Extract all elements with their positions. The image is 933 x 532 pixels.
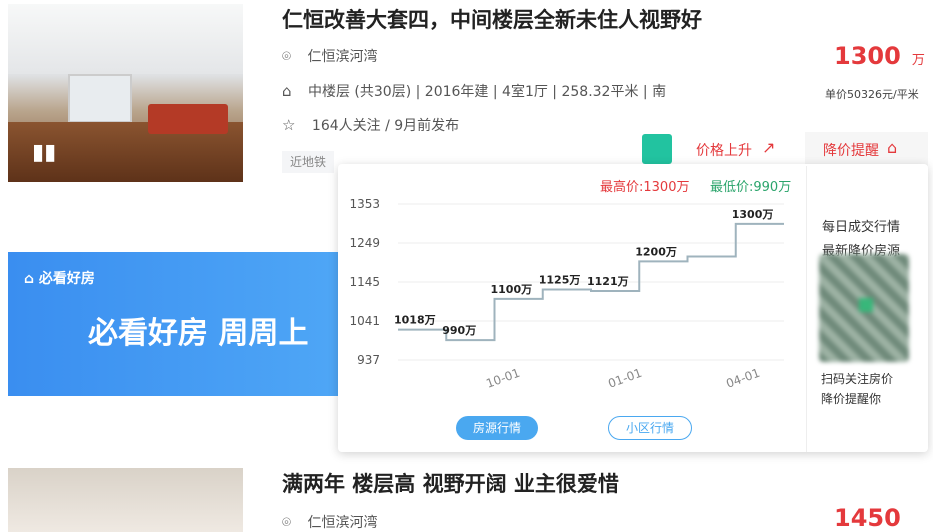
tag-item: 近地铁 (282, 151, 335, 173)
y-tick-label: 1041 (349, 314, 380, 328)
location-pin-icon: ⌾ (282, 513, 292, 531)
home-icon: ⌂ (887, 138, 898, 157)
banner-slogan: 必看好房 周周上 (88, 316, 309, 351)
promo-banner[interactable]: ⌂ 必看好房 必看好房 周周上 (8, 252, 348, 396)
unit-price: 单价50326元/平米 (825, 88, 919, 101)
x-tick-label: 04-01 (724, 366, 762, 391)
app-icon (642, 134, 672, 164)
community-trend-button[interactable]: 小区行情 (608, 416, 692, 440)
point-label: 1300万 (732, 208, 774, 221)
follow-info: 164人关注 / 9月前发布 (311, 118, 460, 134)
tag-list: 近地铁 (282, 151, 335, 173)
y-tick-label: 1353 (349, 197, 380, 211)
star-icon: ☆ (282, 116, 296, 134)
listing-title[interactable]: 满两年 楼层高 视野开阔 业主很爱惜 (282, 468, 619, 498)
house-info-row: ⌂ 中楼层 (共30层) | 2016年建 | 4室1厅 | 258.32平米 … (282, 81, 666, 101)
listing-trend-button[interactable]: 房源行情 (456, 416, 538, 440)
point-label: 1200万 (635, 245, 677, 258)
x-tick-label: 10-01 (484, 366, 522, 391)
tab-price-drop-alert[interactable]: 降价提醒 ⌂ (805, 132, 928, 166)
qr-panel: 每日成交行情 最新降价房源 扫码关注房价 降价提醒你 (806, 166, 927, 452)
qr-code (819, 254, 909, 362)
listing-title[interactable]: 仁恒改善大套四，中间楼层全新未住人视野好 (282, 4, 702, 34)
price-chart: 937 1041 1145 1249 1353 10-01 01-01 04-01 1018… (349, 197, 784, 391)
point-label: 1100万 (491, 283, 533, 296)
total-price: 1450 (834, 504, 901, 532)
point-label: 990万 (442, 324, 476, 337)
point-label: 1121万 (587, 275, 629, 288)
total-price: 1300 万 (834, 42, 925, 70)
banner-logo: ⌂ 必看好房 (24, 271, 95, 287)
y-tick-label: 1249 (349, 236, 380, 250)
house-icon: ⌂ (282, 82, 292, 100)
point-label: 1125万 (539, 274, 581, 287)
community-row: ⌾ 仁恒滨河湾 (282, 512, 377, 532)
listing-thumbnail[interactable]: ▮▮ (8, 4, 243, 182)
qr-caption-1: 扫码关注房价 (821, 372, 894, 386)
community-row: ⌾ 仁恒滨河湾 (282, 46, 377, 66)
follow-row: ☆ 164人关注 / 9月前发布 (282, 115, 459, 135)
location-pin-icon: ⌾ (282, 47, 292, 65)
qr-text-1: 每日成交行情 (822, 220, 901, 235)
x-tick-label: 01-01 (606, 366, 644, 391)
community-link[interactable]: 仁恒滨河湾 (307, 515, 377, 531)
y-tick-label: 1145 (349, 275, 380, 289)
house-info: 中楼层 (共30层) | 2016年建 | 4室1厅 | 258.32平米 | … (307, 84, 667, 100)
tab-price-up[interactable]: 价格上升 ↗ (640, 132, 805, 166)
qr-caption-2: 降价提醒你 (821, 392, 882, 406)
community-link[interactable]: 仁恒滨河湾 (307, 49, 377, 65)
listing-thumbnail[interactable] (8, 468, 243, 532)
y-tick-label: 937 (357, 353, 380, 367)
trend-up-icon: ↗ (762, 138, 776, 157)
vr-icon: ▮▮ (32, 140, 57, 165)
point-label: 1018万 (394, 314, 436, 327)
